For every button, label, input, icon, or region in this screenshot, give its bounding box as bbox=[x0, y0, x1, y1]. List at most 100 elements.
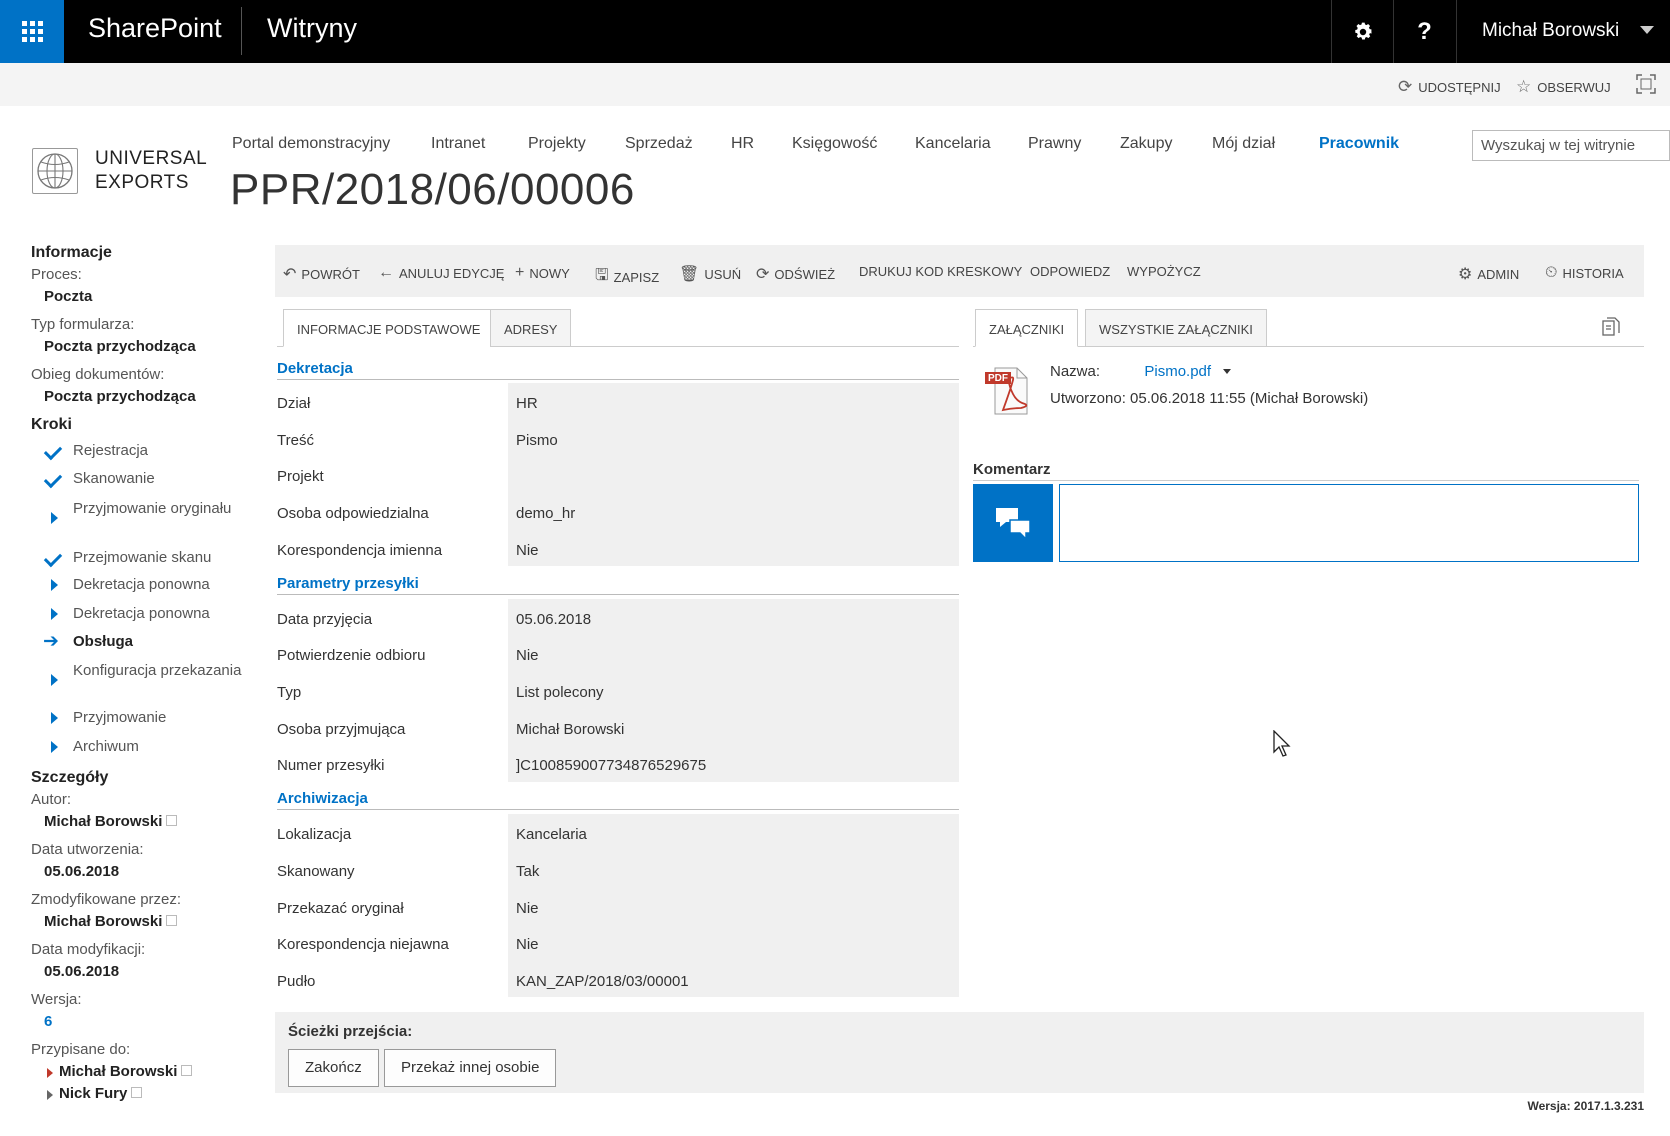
tab-addresses[interactable]: ADRESY bbox=[490, 309, 572, 347]
gear-icon bbox=[1354, 22, 1372, 40]
brand-link[interactable]: SharePoint bbox=[88, 13, 222, 44]
formtype-label: Typ formularza: bbox=[31, 316, 135, 333]
process-value: Poczta bbox=[44, 288, 93, 305]
tab-attachments[interactable]: ZAŁĄCZNIKI bbox=[975, 309, 1079, 347]
step-item[interactable]: Archiwum bbox=[73, 736, 243, 757]
speech-bubbles-icon bbox=[996, 508, 1031, 541]
tab-basic-info[interactable]: INFORMACJE PODSTAWOWE bbox=[283, 309, 495, 347]
assigned-user-name: Michał Borowski bbox=[59, 1063, 178, 1080]
step-item[interactable]: Rejestracja bbox=[73, 440, 243, 461]
chevron-down-icon bbox=[1640, 26, 1654, 34]
reply-button[interactable]: ODPOWIEDZ bbox=[1030, 264, 1110, 279]
user-menu[interactable]: Michał Borowski bbox=[1456, 0, 1670, 63]
field-value: List polecony bbox=[516, 684, 604, 701]
assigned-user[interactable]: Nick Fury bbox=[59, 1085, 143, 1102]
cancel-edit-button[interactable]: ← ANULUJ EDYCJĘ bbox=[378, 264, 504, 282]
star-icon: ☆ bbox=[1516, 77, 1532, 96]
field-value: Tak bbox=[516, 863, 540, 880]
logo-line-2: EXPORTS bbox=[95, 172, 189, 193]
field-value: Kancelaria bbox=[516, 826, 587, 843]
attachment-name-label: Nazwa: bbox=[1050, 363, 1101, 380]
fullscreen-icon bbox=[1636, 74, 1656, 94]
site-logo[interactable] bbox=[32, 148, 78, 194]
form-tabs: INFORMACJE PODSTAWOWE ADRESY bbox=[277, 309, 959, 347]
finish-button[interactable]: Zakończ bbox=[288, 1049, 379, 1087]
delete-button[interactable]: 🗑 USUŃ bbox=[679, 264, 741, 284]
field-label: Korespondencja niejawna bbox=[277, 936, 449, 953]
triangle-right-icon bbox=[45, 576, 63, 594]
step-item[interactable]: Dekretacja ponowna bbox=[73, 603, 243, 624]
nav-item-prawny[interactable]: Prawny bbox=[1028, 135, 1081, 153]
created-value: 05.06.2018 bbox=[44, 863, 120, 880]
comment-input[interactable] bbox=[1059, 484, 1639, 562]
field-value: Nie bbox=[516, 542, 539, 559]
assigned-user[interactable]: Michał Borowski bbox=[59, 1063, 193, 1080]
focus-mode-button[interactable] bbox=[1636, 74, 1656, 94]
step-item-current[interactable]: Obsługa bbox=[73, 631, 243, 652]
lend-button[interactable]: WYPOŻYCZ bbox=[1127, 264, 1201, 279]
back-button[interactable]: ↶ POWRÓT bbox=[283, 264, 360, 284]
step-item[interactable]: Konfiguracja przekazania bbox=[73, 660, 243, 681]
search-input[interactable]: Wyszukaj w tej witrynie bbox=[1472, 130, 1670, 161]
nav-item-intranet[interactable]: Intranet bbox=[431, 135, 485, 153]
refresh-label: ODŚWIEŻ bbox=[774, 266, 836, 282]
nav-item-sprzedaz[interactable]: Sprzedaż bbox=[625, 135, 693, 153]
user-name: Michał Borowski bbox=[1482, 20, 1620, 41]
nav-item-projekty[interactable]: Projekty bbox=[528, 135, 586, 153]
version-link[interactable]: 6 bbox=[44, 1013, 52, 1030]
nav-item-pracownik[interactable]: Pracownik bbox=[1319, 135, 1399, 153]
author-value[interactable]: Michał Borowski bbox=[44, 813, 178, 830]
step-item[interactable]: Skanowanie bbox=[73, 468, 243, 489]
refresh-button[interactable]: ⟳ ODŚWIEŻ bbox=[756, 264, 835, 284]
step-item[interactable]: Przyjmowanie oryginału bbox=[73, 498, 243, 519]
field-label: Korespondencja imienna bbox=[277, 542, 443, 559]
arrow-right-icon: ➔ bbox=[43, 631, 59, 652]
sites-link[interactable]: Witryny bbox=[267, 13, 357, 44]
new-button[interactable]: + NOWY bbox=[515, 264, 570, 282]
modified-by-name: Michał Borowski bbox=[44, 913, 163, 930]
attachment-name-row: Nazwa: Pismo.pdf bbox=[1050, 363, 1232, 380]
help-button[interactable]: ? bbox=[1393, 0, 1455, 63]
check-icon bbox=[45, 442, 63, 460]
brand-divider bbox=[241, 7, 242, 55]
nav-item-kancelaria[interactable]: Kancelaria bbox=[915, 135, 991, 153]
settings-button[interactable] bbox=[1331, 0, 1393, 63]
modified-by-value[interactable]: Michał Borowski bbox=[44, 913, 178, 930]
flow-label: Obieg dokumentów: bbox=[31, 366, 165, 383]
value-column-bg bbox=[508, 383, 959, 566]
nav-item-zakupy[interactable]: Zakupy bbox=[1120, 135, 1172, 153]
nav-item-moj-dzial[interactable]: Mój dział bbox=[1212, 135, 1275, 153]
history-button[interactable]: ⏲ HISTORIA bbox=[1545, 264, 1624, 282]
waffle-icon bbox=[21, 21, 43, 42]
save-button[interactable]: 🖫 ZAPISZ bbox=[595, 264, 659, 291]
attachment-link[interactable]: Pismo.pdf bbox=[1144, 363, 1211, 380]
tab-all-attachments[interactable]: WSZYSTKIE ZAŁĄCZNIKI bbox=[1085, 309, 1267, 347]
pdf-file-icon[interactable]: PDF bbox=[983, 366, 1033, 416]
follow-button[interactable]: ☆ OBSERWUJ bbox=[1516, 77, 1611, 97]
attach-document-icon[interactable] bbox=[1601, 317, 1621, 339]
presence-icon bbox=[166, 815, 178, 826]
step-item[interactable]: Przyjmowanie bbox=[73, 707, 243, 728]
back-label: POWRÓT bbox=[301, 266, 360, 282]
step-item[interactable]: Dekretacja ponowna bbox=[73, 574, 243, 595]
chevron-down-icon[interactable] bbox=[1223, 369, 1232, 374]
nav-item-portal[interactable]: Portal demonstracyjny bbox=[232, 135, 390, 153]
share-button[interactable]: ⟳ UDOSTĘPNIJ bbox=[1398, 77, 1501, 97]
refresh-icon: ⟳ bbox=[756, 266, 770, 283]
nav-item-hr[interactable]: HR bbox=[731, 135, 754, 153]
mouse-cursor-icon bbox=[1273, 730, 1291, 757]
action-bar: ⟳ UDOSTĘPNIJ ☆ OBSERWUJ bbox=[0, 63, 1670, 106]
print-barcode-button[interactable]: DRUKUJ KOD KRESKOWY bbox=[859, 264, 1022, 279]
field-label: Dział bbox=[277, 395, 311, 412]
forward-to-other-button[interactable]: Przekaż innej osobie bbox=[384, 1049, 557, 1087]
save-icon: 🖫 bbox=[595, 267, 609, 284]
app-launcher-button[interactable] bbox=[0, 0, 64, 63]
nav-item-ksiegowosc[interactable]: Księgowość bbox=[792, 135, 877, 153]
admin-button[interactable]: ⚙ ADMIN bbox=[1458, 264, 1519, 284]
triangle-right-icon bbox=[45, 605, 63, 623]
step-item[interactable]: Przejmowanie skanu bbox=[73, 547, 243, 568]
author-name: Michał Borowski bbox=[44, 813, 163, 830]
field-label: Projekt bbox=[277, 468, 324, 485]
check-icon bbox=[45, 470, 63, 488]
comment-button[interactable] bbox=[973, 484, 1053, 562]
